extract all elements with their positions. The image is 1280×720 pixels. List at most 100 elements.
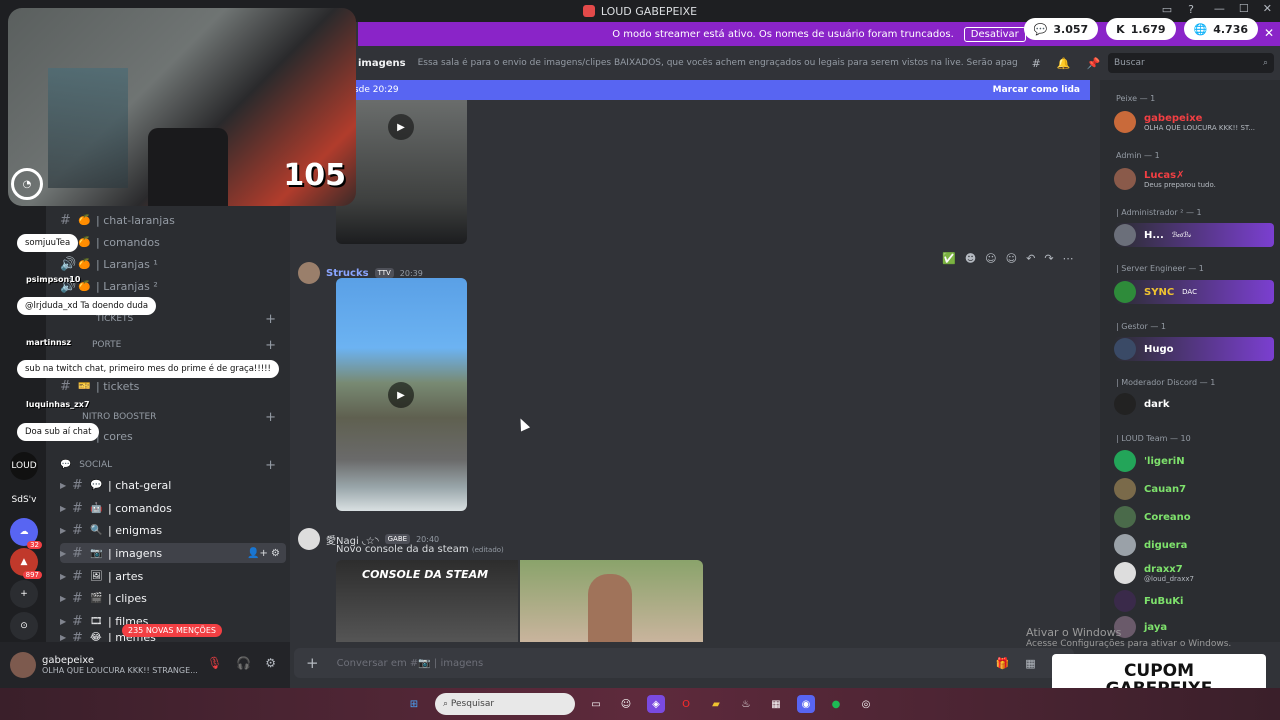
minimize-button[interactable]: —: [1214, 2, 1225, 15]
disable-streamer-mode-button[interactable]: Desativar: [963, 26, 1026, 42]
channel-chat-geral[interactable]: ▶ # 💬 | chat-geral: [60, 475, 286, 495]
reply-icon[interactable]: ↶: [1026, 252, 1035, 265]
inbox-icon[interactable]: ▭: [1162, 3, 1172, 16]
close-button[interactable]: ✕: [1263, 2, 1272, 15]
gear-icon[interactable]: ⚙: [265, 656, 276, 670]
channel-comandos[interactable]: ▶ # 🤖 | comandos: [60, 498, 286, 518]
avatar[interactable]: [10, 652, 36, 678]
banner-close-icon[interactable]: ✕: [1264, 26, 1274, 40]
reaction-icon[interactable]: ☻: [965, 252, 976, 265]
channel-settings-icons[interactable]: 👤+ ⚙: [247, 548, 280, 559]
copilot-icon[interactable]: ◈: [647, 695, 665, 713]
member-item[interactable]: Coreano: [1114, 505, 1274, 529]
hash-icon: #: [72, 590, 83, 606]
bell-icon[interactable]: 🔔: [1057, 57, 1071, 70]
channel-comandos-laranjas[interactable]: #🍊| comandos: [60, 232, 286, 252]
globe-icon: 🌐: [1193, 22, 1208, 36]
channel-tickets[interactable]: # 🎫 | tickets: [60, 376, 286, 396]
new-mentions-pill[interactable]: 235 NOVAS MENÇÕES: [122, 624, 222, 637]
maximize-button[interactable]: ☐: [1239, 2, 1249, 15]
member-item[interactable]: Lucas✗ Deus preparou tudo.: [1114, 167, 1274, 191]
server-loud-icon[interactable]: LOUD: [10, 452, 38, 480]
server-icon-b[interactable]: ▲ 897: [10, 548, 42, 579]
mute-microphone-icon[interactable]: 🎙: [207, 656, 222, 670]
windows-taskbar: ⊞ ⌕ Pesquisar ▭ ☺ ◈ O ▰ ♨ ▦ ◉ ● ◎: [0, 688, 1280, 720]
channel-laranjas-1[interactable]: 🔊 🍊 | Laranjas ¹: [60, 254, 286, 274]
headphones-icon[interactable]: 🎧: [236, 656, 251, 670]
channel-chat-laranjas[interactable]: # 🍊 | chat-laranjas: [60, 210, 286, 230]
member-name: H...: [1144, 229, 1164, 241]
add-channel-icon[interactable]: +: [265, 458, 276, 473]
member-item[interactable]: gabepeixe OLHA QUE LOUCURA KKK!! ST...: [1114, 110, 1274, 134]
add-channel-icon[interactable]: +: [265, 338, 276, 353]
member-item[interactable]: H... ℬ𝒸𝑜ℬ𝓈: [1114, 223, 1274, 247]
member-item[interactable]: 'ligeriN: [1114, 449, 1274, 473]
discover-icon[interactable]: ⊙: [10, 612, 38, 640]
image-attachment[interactable]: CONSOLE DA STEAM: [336, 560, 518, 642]
member-name: gabepeixe: [1144, 112, 1203, 124]
message-author[interactable]: Strucks: [326, 268, 369, 279]
pin-icon[interactable]: 📌: [1087, 57, 1101, 70]
task-view-icon[interactable]: ▭: [587, 695, 605, 713]
member-item[interactable]: FuBuKi: [1114, 589, 1274, 613]
avatar[interactable]: [298, 262, 320, 284]
channel-topic[interactable]: Essa sala é para o envio de imagens/clip…: [418, 58, 1018, 68]
add-reaction-icon[interactable]: ☺: [1006, 252, 1017, 265]
avatar[interactable]: [298, 528, 320, 550]
video-attachment[interactable]: ▶: [336, 278, 467, 511]
app-icon[interactable]: ☺: [617, 695, 635, 713]
play-icon[interactable]: ▶: [388, 114, 414, 140]
gift-icon[interactable]: 🎁: [995, 657, 1009, 670]
add-channel-icon[interactable]: +: [265, 410, 276, 425]
server-icon-a[interactable]: ☁ 32: [10, 518, 42, 549]
channel-clipes[interactable]: ▶ # 🎬 | clipes: [60, 588, 286, 608]
member-status: @loud_draxx7: [1144, 574, 1194, 583]
member-item[interactable]: Cauan7: [1114, 477, 1274, 501]
forward-icon[interactable]: ↷: [1044, 252, 1053, 265]
channel-imagens[interactable]: ▶ # 📷 | imagens 👤+ ⚙: [60, 543, 286, 563]
role-header: | Server Engineer — 1: [1116, 264, 1204, 273]
reaction-icon[interactable]: ☺: [985, 252, 996, 265]
banner-text: O modo streamer está ativo. Os nomes de …: [612, 28, 954, 40]
member-item[interactable]: Hugo: [1114, 337, 1274, 361]
member-item[interactable]: dark: [1114, 392, 1274, 416]
more-icon[interactable]: ⋯: [1063, 252, 1074, 265]
member-item[interactable]: diguera: [1114, 533, 1274, 557]
spotify-icon[interactable]: ●: [827, 695, 845, 713]
member-status: Deus preparou tudo.: [1144, 180, 1216, 189]
category-suporte[interactable]: PORTE +: [60, 338, 286, 353]
opera-icon[interactable]: O: [677, 695, 695, 713]
new-messages-bar[interactable]: as novas desde 20:29 Marcar como lida: [290, 80, 1090, 100]
category-social[interactable]: 💬 SOCIAL +: [60, 458, 286, 473]
member-item[interactable]: SYNC DAC: [1114, 280, 1274, 304]
category-nitro-booster[interactable]: NITRO BOOSTER +: [60, 410, 286, 425]
add-channel-icon[interactable]: +: [265, 312, 276, 327]
discord-icon[interactable]: ◉: [797, 695, 815, 713]
add-attachment-icon[interactable]: +: [306, 654, 319, 672]
channel-enigmas[interactable]: ▶ # 🔍 | enigmas: [60, 520, 286, 540]
webcam-chair: [148, 128, 228, 206]
member-item[interactable]: draxx7 @loud_draxx7: [1114, 561, 1274, 585]
image-attachment[interactable]: [520, 560, 703, 642]
role-header: | Gestor — 1: [1116, 322, 1167, 331]
channel-artes[interactable]: ▶ # 🖼 | artes: [60, 566, 286, 586]
channel-label: | Laranjas ¹: [96, 257, 158, 271]
obs-icon[interactable]: ◎: [857, 695, 875, 713]
help-icon[interactable]: ?: [1188, 3, 1194, 16]
windows-start-icon[interactable]: ⊞: [405, 695, 423, 713]
play-icon[interactable]: ▶: [388, 382, 414, 408]
gif-icon[interactable]: ▦: [1025, 657, 1035, 670]
taskbar-search[interactable]: ⌕ Pesquisar: [435, 693, 575, 715]
steam-icon[interactable]: ♨: [737, 695, 755, 713]
reaction-check-icon[interactable]: ✅: [942, 252, 956, 265]
search-input[interactable]: Buscar ⌕: [1108, 53, 1274, 73]
folder-icon[interactable]: ▰: [707, 695, 725, 713]
server-sdsv[interactable]: SdS'v: [10, 486, 38, 514]
message-composer[interactable]: + Conversar em #📷 | imagens 🎁 ▦ ▣: [294, 648, 1074, 678]
mark-as-read-button[interactable]: Marcar como lida: [993, 85, 1080, 95]
role-header: Admin — 1: [1116, 151, 1160, 160]
add-server-icon[interactable]: +: [10, 580, 38, 608]
threads-icon[interactable]: #: [1032, 57, 1041, 70]
app-icon[interactable]: ▦: [767, 695, 785, 713]
channel-laranjas-2[interactable]: 🔊 🍊 | Laranjas ²: [60, 276, 286, 296]
